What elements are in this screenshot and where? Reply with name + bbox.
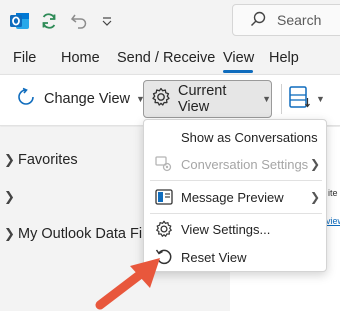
annotation-arrow <box>95 258 160 310</box>
